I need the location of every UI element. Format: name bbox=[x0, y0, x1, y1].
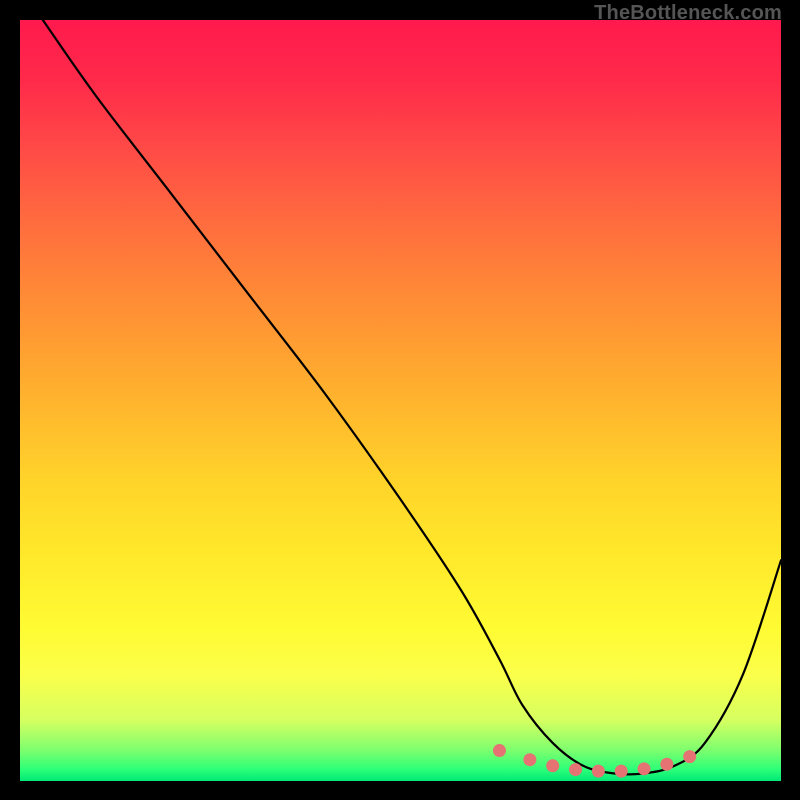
plot-area bbox=[20, 20, 781, 781]
bottleneck-marker bbox=[660, 758, 673, 771]
bottleneck-marker bbox=[546, 759, 559, 772]
bottleneck-marker bbox=[493, 744, 506, 757]
bottleneck-marker bbox=[615, 765, 628, 778]
bottleneck-marker bbox=[569, 763, 582, 776]
chart-frame: TheBottleneck.com bbox=[0, 0, 800, 800]
marker-group bbox=[493, 744, 696, 778]
bottleneck-marker bbox=[523, 753, 536, 766]
bottleneck-marker bbox=[683, 750, 696, 763]
chart-svg bbox=[20, 20, 781, 781]
bottleneck-marker bbox=[592, 765, 605, 778]
bottleneck-curve bbox=[43, 20, 781, 774]
bottleneck-marker bbox=[638, 762, 651, 775]
